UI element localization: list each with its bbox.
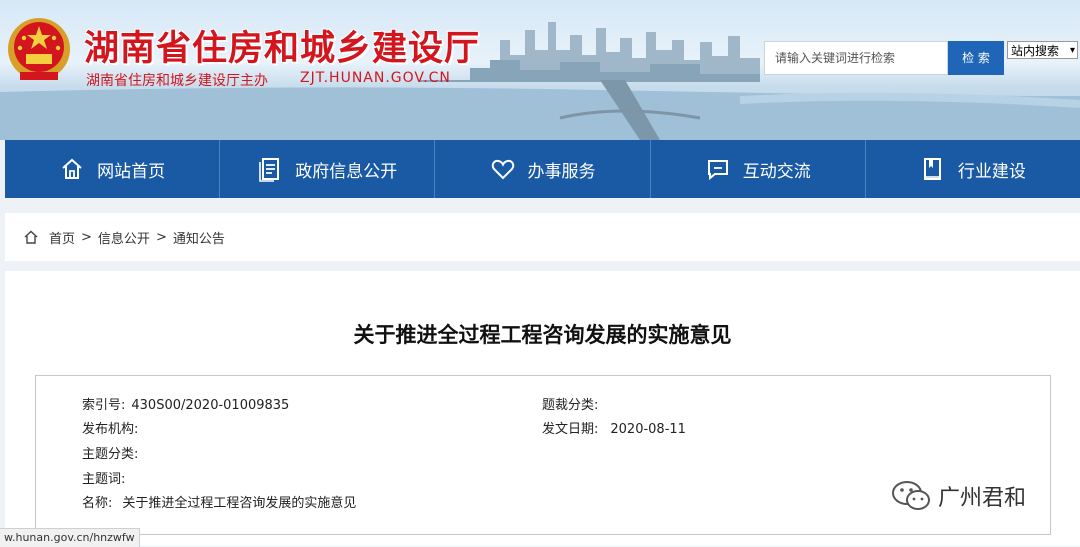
breadcrumb: 首页 > 信息公开 > 通知公告 [5, 213, 1080, 261]
heart-icon [491, 159, 514, 180]
meta-index: 索引号: 430S00/2020-01009835 [82, 394, 289, 413]
site-title[interactable]: 湖南省住房和城乡建设厅 [84, 20, 480, 71]
meta-name-label: 名称: [82, 496, 113, 511]
meta-topic: 主题分类: [82, 443, 144, 462]
nav-item-label: 办事服务 [527, 161, 596, 182]
wechat-icon [892, 481, 930, 510]
nav-item-label: 政府信息公开 [295, 161, 398, 182]
watermark: 广州君和 [890, 478, 1026, 514]
search-button[interactable]: 检 索 [948, 41, 1004, 75]
breadcrumb-separator: > [81, 229, 92, 245]
meta-date: 发文日期: 2020-08-11 [542, 418, 686, 437]
meta-index-label: 索引号: [82, 398, 126, 413]
main-navigation: 网站首页 政府信息公开 办事服务 互动交流 行业建设 [5, 140, 1080, 198]
meta-publisher: 发布机构: [82, 418, 144, 437]
search-scope-value: 站内搜索 [1011, 44, 1060, 58]
search-box [764, 41, 948, 75]
meta-topic-label: 主题分类: [82, 447, 139, 462]
meta-publisher-label: 发布机构: [82, 422, 139, 437]
breadcrumb-info-disclosure[interactable]: 信息公开 [98, 228, 150, 247]
document-icon [259, 158, 280, 182]
nav-item-label: 互动交流 [742, 161, 811, 182]
meta-date-label: 发文日期: [542, 422, 599, 437]
meta-index-value: 430S00/2020-01009835 [131, 398, 290, 413]
chevron-down-icon: ▾ [1069, 45, 1075, 56]
nav-item-services[interactable]: 办事服务 [435, 140, 651, 198]
nav-item-label: 行业建设 [957, 161, 1026, 182]
nav-item-home[interactable]: 网站首页 [5, 140, 221, 198]
meta-date-value: 2020-08-11 [610, 422, 686, 437]
national-emblem-icon [8, 18, 70, 80]
meta-keywords-label: 主题词: [82, 472, 126, 487]
home-icon [62, 158, 82, 179]
header-banner: 湖南省住房和城乡建设厅 湖南省住房和城乡建设厅主办 ZJT.HUNAN.GOV.… [0, 0, 1080, 140]
breadcrumb-separator: > [155, 229, 167, 245]
search-input[interactable] [765, 42, 945, 74]
book-icon [923, 158, 941, 180]
meta-name: 名称: 关于推进全过程工程咨询发展的实施意见 [82, 492, 356, 511]
meta-category-label: 题裁分类: [542, 398, 599, 413]
chat-icon [707, 160, 728, 181]
article-title: 关于推进全过程工程咨询发展的实施意见 [353, 323, 732, 347]
meta-category: 题裁分类: [542, 394, 604, 413]
watermark-text: 广州君和 [938, 486, 1027, 511]
meta-name-value: 关于推进全过程工程咨询发展的实施意见 [122, 496, 357, 511]
breadcrumb-home[interactable]: 首页 [49, 228, 75, 247]
nav-item-industry[interactable]: 行业建设 [866, 140, 1080, 198]
site-url: ZJT.HUNAN.GOV.CN [300, 70, 451, 86]
nav-item-info-disclosure[interactable]: 政府信息公开 [220, 140, 436, 198]
nav-item-interaction[interactable]: 互动交流 [651, 140, 866, 198]
site-subtitle: 湖南省住房和城乡建设厅主办 [86, 73, 268, 89]
home-icon[interactable] [23, 229, 39, 245]
nav-item-label: 网站首页 [97, 161, 166, 182]
search-scope-select[interactable]: 站内搜索 ▾ [1007, 41, 1078, 59]
breadcrumb-notices[interactable]: 通知公告 [173, 228, 225, 247]
status-bar-url: w.hunan.gov.cn/hnzwfw [0, 528, 140, 547]
meta-keywords: 主题词: [82, 468, 131, 487]
